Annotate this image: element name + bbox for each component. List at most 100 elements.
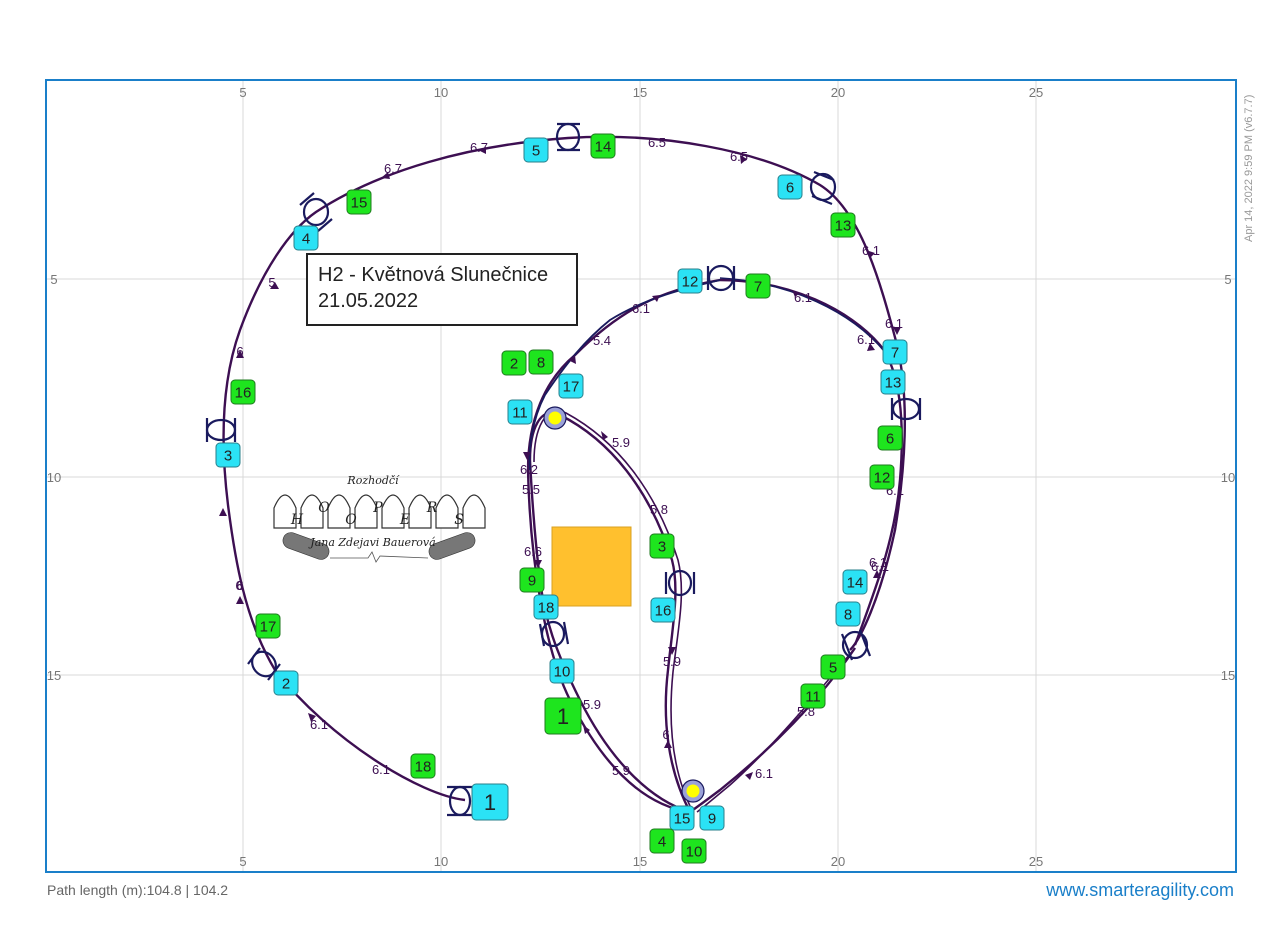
green-label-9: 9: [519, 567, 545, 593]
green-label-5: 5: [820, 654, 846, 680]
distance-label: 6.6: [524, 544, 542, 559]
path-length-text: Path length (m):104.8 | 104.2: [47, 882, 229, 898]
distance-label: 6.2: [520, 462, 538, 477]
distance-label: 5: [268, 275, 275, 290]
x-tick-top: 5: [239, 85, 246, 100]
svg-text:3: 3: [658, 538, 666, 555]
cyan-label-9: 9: [699, 805, 725, 831]
x-tick-top: 25: [1029, 85, 1043, 100]
distance-label: 5.9: [612, 435, 630, 450]
distance-label: 5.8: [650, 502, 668, 517]
svg-text:2: 2: [510, 355, 518, 372]
judge-arch-icon: [462, 494, 486, 529]
x-tick-top: 10: [434, 85, 448, 100]
green-label-1: 1: [544, 697, 582, 735]
y-tick-left: 15: [47, 668, 61, 683]
green-label-7: 7: [745, 273, 771, 299]
y-tick-right: 15: [1221, 668, 1235, 683]
judge-name: Jana Zdejavi Bauerová: [310, 536, 436, 549]
y-tick-left: 5: [50, 272, 57, 287]
svg-text:2: 2: [282, 675, 290, 692]
distance-label: 6.1: [885, 316, 903, 331]
judge-letter: O: [318, 500, 330, 516]
svg-text:12: 12: [874, 469, 891, 486]
cyan-label-14: 14: [842, 569, 868, 595]
svg-text:9: 9: [708, 810, 716, 827]
green-label-8: 8: [528, 349, 554, 375]
cyan-label-18: 18: [533, 594, 559, 620]
cyan-label-13: 13: [880, 369, 906, 395]
svg-text:18: 18: [415, 758, 432, 775]
svg-text:15: 15: [351, 194, 368, 211]
cyan-label-3: 3: [215, 442, 241, 468]
green-label-14: 14: [590, 133, 616, 159]
cyan-label-12: 12: [677, 268, 703, 294]
judge-letter: S: [454, 512, 464, 528]
cyan-label-6: 6: [777, 174, 803, 200]
website-link[interactable]: www.smarteragility.com: [1046, 880, 1234, 901]
distance-label: 6.1: [632, 301, 650, 316]
hoop-1: [447, 785, 473, 817]
svg-text:10: 10: [686, 843, 703, 860]
cyan-label-10: 10: [549, 658, 575, 684]
distance-label: 5.4: [593, 333, 611, 348]
distance-label: 6.5: [730, 149, 748, 164]
green-label-12: 12: [869, 464, 895, 490]
svg-text:5: 5: [532, 142, 540, 159]
green-label-6: 6: [877, 425, 903, 451]
green-label-11: 11: [800, 683, 826, 709]
cyan-label-2: 2: [273, 670, 299, 696]
svg-text:1: 1: [557, 704, 569, 729]
x-tick-top: 20: [831, 85, 845, 100]
svg-text:17: 17: [260, 618, 277, 635]
green-label-18: 18: [410, 753, 436, 779]
path-arrows: [219, 147, 901, 780]
svg-text:12: 12: [682, 273, 699, 290]
svg-text:6: 6: [786, 179, 794, 196]
svg-text:16: 16: [235, 384, 252, 401]
cyan-label-17: 17: [558, 373, 584, 399]
green-label-3: 3: [649, 533, 675, 559]
cyan-label-5: 5: [523, 137, 549, 163]
distance-label: 6.1: [372, 762, 390, 777]
svg-text:18: 18: [538, 599, 555, 616]
green-label-4: 4: [649, 828, 675, 854]
green-label-2: 2: [501, 350, 527, 376]
svg-text:6: 6: [886, 430, 894, 447]
svg-text:7: 7: [891, 344, 899, 361]
distance-label: 5.9: [663, 654, 681, 669]
distance-label: 5.9: [583, 697, 601, 712]
cyan-label-7: 7: [882, 339, 908, 365]
cyan-label-8: 8: [835, 601, 861, 627]
green-label-10: 10: [681, 838, 707, 864]
judge-letter: E: [399, 512, 410, 528]
distance-label: 6.1: [862, 243, 880, 258]
judge-logo: Rozhodčí HOOPERS Jana Zdejavi Bauerová: [268, 472, 490, 576]
cyan-label-16: 16: [650, 597, 676, 623]
cyan-label-4: 4: [293, 225, 319, 251]
distance-label: 6.5: [648, 135, 666, 150]
distance-label: 6: [236, 344, 243, 359]
distance-label: 6: [662, 727, 669, 742]
y-tick-right: 5: [1224, 272, 1231, 287]
heartbeat-icon: [330, 551, 429, 563]
cyan-label-15: 15: [669, 805, 695, 831]
green-label-13: 13: [830, 212, 856, 238]
distance-label: 6.1: [794, 290, 812, 305]
judge-letter: P: [372, 500, 383, 516]
judge-letter: H: [290, 512, 304, 528]
svg-text:11: 11: [512, 404, 528, 421]
green-label-15: 15: [346, 189, 372, 215]
judge-letter: O: [345, 512, 357, 528]
svg-text:8: 8: [844, 606, 852, 623]
judge-arches: HOOPERS: [273, 494, 486, 563]
svg-text:13: 13: [835, 217, 852, 234]
judge-letter: R: [426, 500, 438, 516]
tunnel-box: [551, 526, 632, 607]
svg-text:3: 3: [224, 447, 232, 464]
course-date: 21.05.2022: [318, 290, 419, 312]
distance-label: 5.9: [612, 763, 630, 778]
x-tick-bottom: 20: [831, 854, 845, 869]
svg-text:4: 4: [658, 833, 666, 850]
cyan-label-1: 1: [471, 783, 509, 821]
